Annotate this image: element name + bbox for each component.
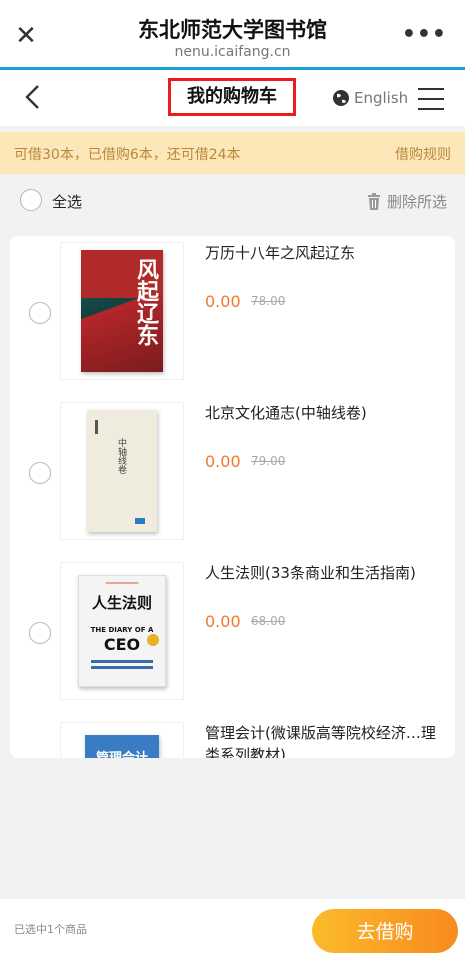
- delete-selected-label: 删除所选: [386, 193, 447, 211]
- cover-title: 中轴线卷: [116, 438, 126, 474]
- cover-title: 管理会计: [85, 747, 159, 758]
- item-original-price: 78.00: [251, 294, 286, 308]
- book-cover[interactable]: ━━━━━━━━━ 人生法则 THE DIARY OF A CEO: [60, 562, 184, 700]
- borrow-rules-link[interactable]: 借购规则: [395, 144, 451, 164]
- item-price: 0.00: [205, 292, 241, 311]
- cart-item: 风起辽东 万历十八年之风起辽东 0.00 78.00: [10, 236, 455, 396]
- cart-item: ━━━━━━━━━ 人生法则 THE DIARY OF A CEO 人生法则(3…: [10, 556, 455, 716]
- menu-line: [418, 98, 444, 100]
- item-price: 0.00: [205, 452, 241, 471]
- back-button[interactable]: [18, 80, 48, 114]
- cover-badge: [147, 634, 159, 646]
- delete-selected-button[interactable]: 删除所选: [366, 191, 447, 212]
- item-select-radio[interactable]: [29, 462, 51, 484]
- item-title[interactable]: 人生法则(33条商业和生活指南): [205, 562, 443, 584]
- item-price: 0.00: [205, 612, 241, 631]
- site-title: 东北师范大学图书馆: [138, 18, 327, 42]
- cover-subtitle: THE DIARY OF A: [90, 626, 154, 634]
- top-bar: ✕ 东北师范大学图书馆 nenu.icaifang.cn •••: [0, 0, 465, 70]
- select-all-radio[interactable]: [20, 189, 42, 211]
- cover-logo: [135, 518, 145, 524]
- cart-item: 中轴线卷 北京文化通志(中轴线卷) 0.00 79.00: [10, 396, 455, 556]
- quota-text: 可借30本，已借购6本，还可借24本: [14, 147, 241, 163]
- menu-line: [418, 108, 444, 110]
- menu-button[interactable]: [418, 83, 444, 113]
- item-original-price: 68.00: [251, 614, 286, 628]
- item-title[interactable]: 北京文化通志(中轴线卷): [205, 402, 443, 424]
- nav-bar: 我的购物车 English: [0, 70, 465, 126]
- language-label: English: [354, 89, 409, 107]
- item-title[interactable]: 管理会计(微课版高等院校经济…理类系列教材): [205, 722, 443, 758]
- selected-count: 已选中1个商品: [14, 923, 87, 936]
- item-select-radio[interactable]: [29, 302, 51, 324]
- cover-image: 管理会计: [85, 735, 159, 758]
- cart-list: 风起辽东 万历十八年之风起辽东 0.00 78.00 中轴线卷 北京文化通志(中…: [10, 236, 455, 758]
- cover-stripe: [91, 660, 153, 663]
- book-cover[interactable]: 管理会计: [60, 722, 184, 758]
- item-select-radio[interactable]: [29, 622, 51, 644]
- select-all-label[interactable]: 全选: [52, 191, 82, 212]
- cover-image: ━━━━━━━━━ 人生法则 THE DIARY OF A CEO: [78, 575, 166, 687]
- more-options-button[interactable]: •••: [402, 22, 447, 47]
- cover-image: 中轴线卷: [87, 410, 157, 532]
- menu-line: [418, 88, 444, 90]
- book-cover[interactable]: 中轴线卷: [60, 402, 184, 540]
- cover-mark: [95, 420, 98, 434]
- cover-image: 风起辽东: [81, 250, 163, 372]
- cart-item: 管理会计 管理会计(微课版高等院校经济…理类系列教材): [10, 716, 455, 758]
- borrow-checkout-button[interactable]: 去借购: [312, 909, 458, 953]
- cover-title: 人生法则: [91, 594, 152, 612]
- page-title: 我的购物车: [168, 78, 296, 116]
- globe-icon: [333, 90, 349, 106]
- cover-stripe: [91, 666, 153, 669]
- language-switch[interactable]: English: [332, 86, 408, 110]
- site-domain: nenu.icaifang.cn: [174, 44, 291, 60]
- borrow-quota-notice: 可借30本，已借购6本，还可借24本 借购规则: [0, 132, 465, 174]
- item-title[interactable]: 万历十八年之风起辽东: [205, 242, 443, 264]
- cover-title: 风起辽东: [133, 258, 158, 346]
- chevron-left-icon: [25, 85, 39, 109]
- footer-bar: 已选中1个商品 去借购: [0, 899, 465, 959]
- book-cover[interactable]: 风起辽东: [60, 242, 184, 380]
- item-original-price: 79.00: [251, 454, 286, 468]
- cover-tagline: ━━━━━━━━━: [105, 580, 139, 587]
- selection-bar: 全选 删除所选: [0, 178, 465, 222]
- trash-icon: [367, 193, 380, 210]
